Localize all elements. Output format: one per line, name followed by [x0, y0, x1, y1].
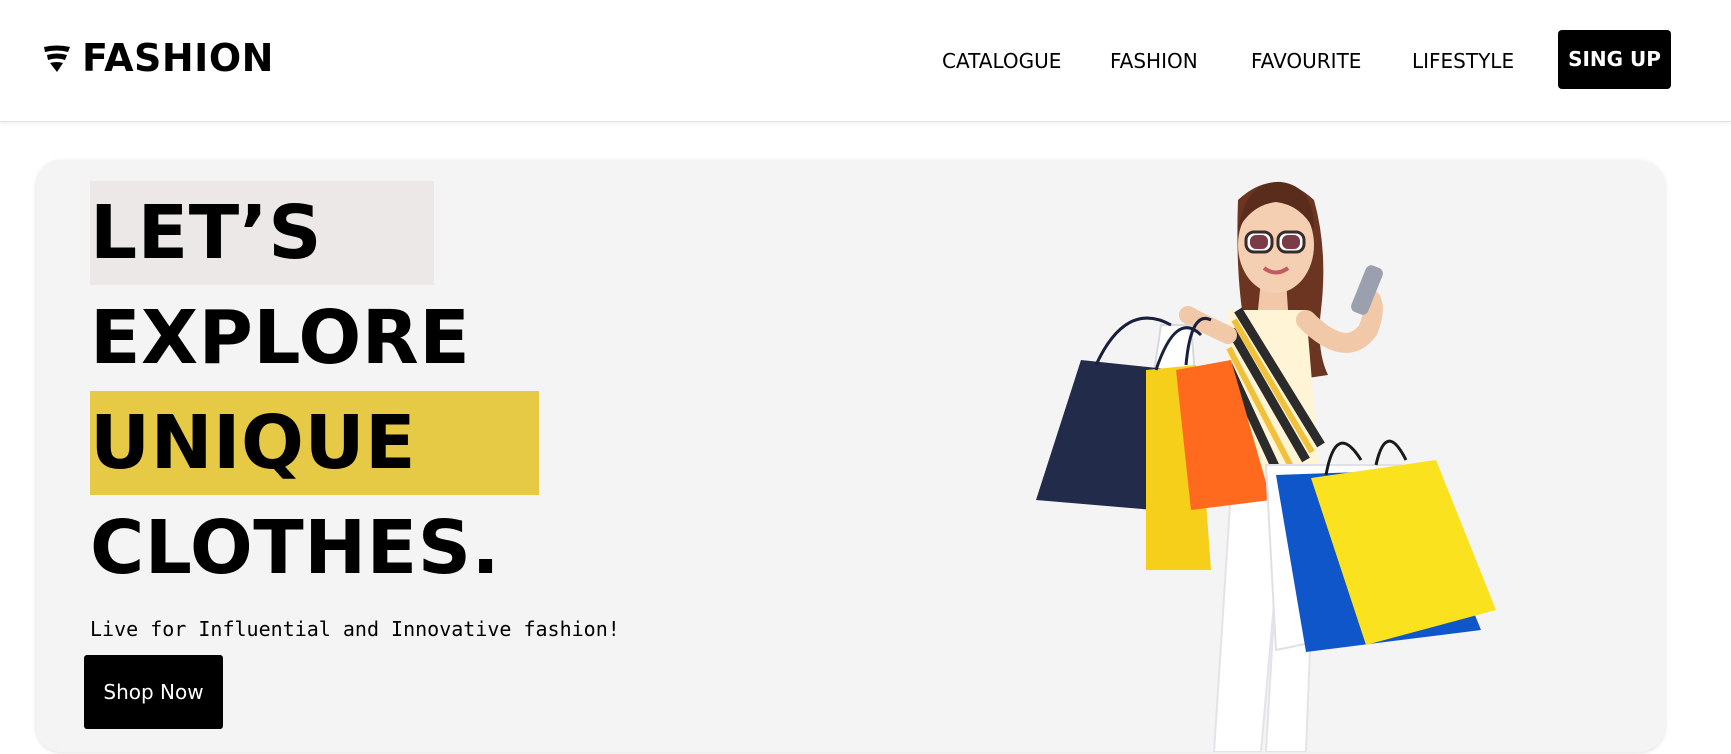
brand-name: FASHION [82, 36, 274, 80]
headline-line-4: CLOTHES. [90, 505, 501, 591]
signup-button[interactable]: SING UP [1558, 30, 1671, 89]
hero-tagline: Live for Influential and Innovative fash… [90, 617, 620, 641]
brand-logo[interactable]: FASHION [42, 36, 274, 80]
hero-model-image [1036, 181, 1496, 752]
fashion-logo-icon [44, 45, 70, 72]
nav-lifestyle[interactable]: LIFESTYLE [1412, 48, 1514, 74]
shop-now-button[interactable]: Shop Now [84, 655, 223, 729]
headline-line-3: UNIQUE [90, 391, 539, 495]
headline-line-2: EXPLORE [90, 295, 471, 381]
nav-fashion[interactable]: FASHION [1110, 48, 1198, 74]
nav-catalogue[interactable]: CATALOGUE [942, 48, 1061, 74]
site-header: FASHION CATALOGUE FASHION FAVOURITE LIFE… [0, 0, 1731, 122]
hero-banner: LET’S EXPLORE UNIQUE CLOTHES. Live for I… [36, 160, 1665, 752]
nav-favourite[interactable]: FAVOURITE [1251, 48, 1361, 74]
headline-line-1: LET’S [90, 181, 434, 285]
